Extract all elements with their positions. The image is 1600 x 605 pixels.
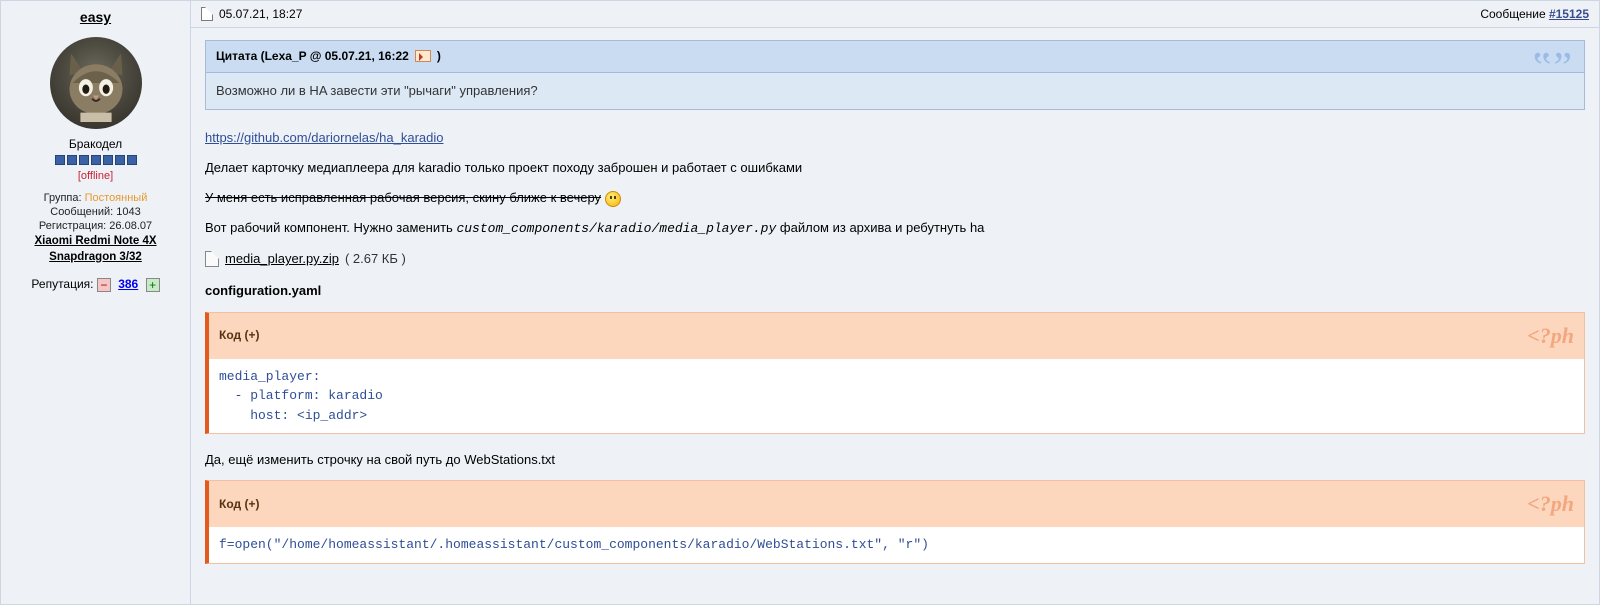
post-number-link[interactable]: #15125 <box>1549 7 1589 21</box>
code1-body: media_player: - platform: karadio host: … <box>209 359 1584 434</box>
rep-value-link[interactable]: 386 <box>118 277 138 291</box>
code-block-2: Код (+) <?ph f=open("/home/homeassistant… <box>205 480 1585 564</box>
user-posts-value: 1043 <box>116 206 140 218</box>
reputation-row: Репутация: − 386 + <box>7 277 184 292</box>
user-group-label: Группа: <box>44 192 85 204</box>
attachment-size: ( 2.67 КБ ) <box>345 249 406 269</box>
code2-label[interactable]: Код (+) <box>219 495 259 514</box>
body-strike: У меня есть исправленная рабочая версия,… <box>205 190 601 205</box>
user-reg-label: Регистрация: <box>39 220 109 232</box>
code1-label[interactable]: Код (+) <box>219 326 259 345</box>
body-line2a: Вот рабочий компонент. Нужно заменить <box>205 220 456 235</box>
cat-avatar-icon <box>57 44 135 122</box>
forum-post: easy Бракодел [offline] Группа: Постоя <box>0 0 1600 605</box>
quote-header-tail: ) <box>437 47 441 66</box>
message-column: 05.07.21, 18:27 Сообщение #15125 ‟” Цита… <box>191 1 1599 604</box>
user-group: Группа: Постоянный <box>7 192 184 204</box>
quote-body: Возможно ли в HA завести эти "рычаги" уп… <box>206 73 1584 109</box>
username-link[interactable]: easy <box>80 9 111 25</box>
user-device-link[interactable]: Xiaomi Redmi Note 4X Snapdragon 3/32 <box>7 234 184 265</box>
post-msg-label: Сообщение <box>1480 7 1549 21</box>
quote-header: Цитата (Lexa_P @ 05.07.21, 16:22 ) <box>206 41 1584 73</box>
rank-pips <box>7 153 184 168</box>
user-column: easy Бракодел [offline] Группа: Постоя <box>1 1 191 604</box>
body-line2b: файлом из архива и ребутнуть ha <box>776 220 984 235</box>
rep-plus-button[interactable]: + <box>146 278 160 292</box>
user-group-value: Постоянный <box>85 192 148 204</box>
post-header: 05.07.21, 18:27 Сообщение #15125 <box>191 1 1599 28</box>
attachment-row: media_player.py.zip ( 2.67 КБ ) <box>205 249 1585 269</box>
body-line1: Делает карточку медиаплеера для karadio … <box>205 158 1585 178</box>
post-body: ‟” Цитата (Lexa_P @ 05.07.21, 16:22 ) Во… <box>191 28 1599 604</box>
rep-label: Репутация: <box>31 277 96 291</box>
rep-minus-button[interactable]: − <box>97 278 111 292</box>
quote-block: ‟” Цитата (Lexa_P @ 05.07.21, 16:22 ) Во… <box>205 40 1585 110</box>
smiley-icon <box>605 191 621 207</box>
post-datetime: 05.07.21, 18:27 <box>219 7 302 21</box>
code-block-1: Код (+) <?ph media_player: - platform: k… <box>205 312 1585 435</box>
config-heading: configuration.yaml <box>205 281 1585 301</box>
body-line3: Да, ещё изменить строчку на свой путь до… <box>205 450 1585 470</box>
user-reg: Регистрация: 26.08.07 <box>7 220 184 232</box>
file-icon <box>205 251 219 267</box>
post-icon <box>201 7 213 21</box>
body-line2-path: custom_components/karadio/media_player.p… <box>456 221 776 236</box>
user-status: [offline] <box>7 170 184 182</box>
quote-header-text: Цитата (Lexa_P @ 05.07.21, 16:22 <box>216 47 409 66</box>
avatar[interactable] <box>50 37 142 129</box>
user-posts-label: Сообщений: <box>50 206 116 218</box>
user-posts: Сообщений: 1043 <box>7 206 184 218</box>
user-rank: Бракодел <box>7 137 184 151</box>
quote-marks-icon: ‟” <box>1533 47 1574 89</box>
goto-quote-icon[interactable] <box>415 50 431 62</box>
code-decor-icon: <?ph <box>1527 487 1574 521</box>
attachment-link[interactable]: media_player.py.zip <box>225 249 339 269</box>
code2-body: f=open("/home/homeassistant/.homeassista… <box>209 527 1584 563</box>
github-link[interactable]: https://github.com/dariornelas/ha_karadi… <box>205 130 443 145</box>
code-decor-icon: <?ph <box>1527 319 1574 353</box>
user-reg-value: 26.08.07 <box>109 220 152 232</box>
